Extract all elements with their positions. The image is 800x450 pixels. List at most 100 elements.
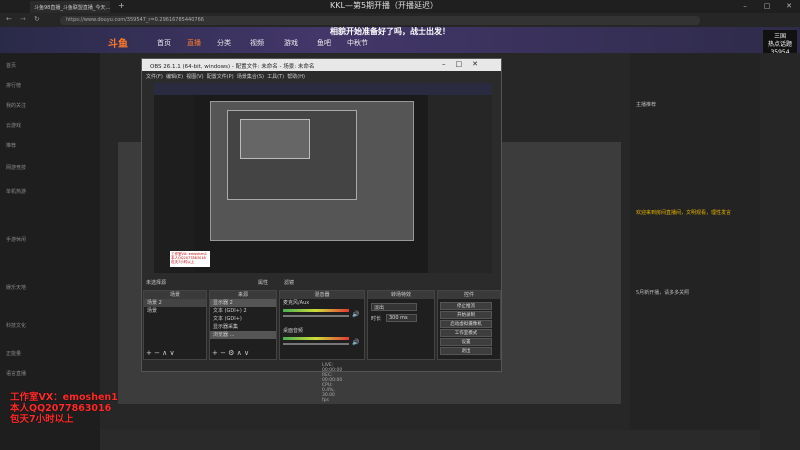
site-logo[interactable]: 斗鱼	[108, 35, 128, 50]
source-item[interactable]: 浏览器 …	[210, 331, 276, 339]
nested-preview	[210, 101, 414, 241]
sidebar-item-voice[interactable]: 语言直播	[6, 370, 26, 377]
sidebar-item-single[interactable]: 单机热游	[6, 188, 26, 195]
sidebar-item-rank[interactable]: 排行榜	[6, 82, 21, 89]
banner-text: 相貌开始准备好了吗，战士出发！	[330, 27, 450, 36]
scene-item[interactable]: 场景 2	[144, 299, 206, 307]
sidebar-item-mobile[interactable]: 手游休闲	[6, 236, 26, 243]
transition-select[interactable]: 淡出	[371, 303, 417, 311]
duration-label: 时长	[371, 316, 382, 322]
nested-preview-2	[227, 110, 357, 200]
stop-streaming-button[interactable]: 停止推流	[440, 302, 492, 310]
properties-button[interactable]: 属性	[258, 279, 268, 286]
menu-view[interactable]: 视图(V)	[186, 74, 203, 80]
site-sidebar	[0, 53, 100, 450]
minimize-button[interactable]: –	[734, 0, 756, 13]
menu-file[interactable]: 文件(F)	[146, 74, 163, 80]
browser-tab[interactable]: 斗鱼98直播_斗鱼联盟直播_今天…	[30, 1, 110, 13]
menu-edit[interactable]: 编辑(E)	[166, 74, 183, 80]
sidebar-item-moba[interactable]: 网游竞技	[6, 164, 26, 171]
filters-button[interactable]: 滤镜	[284, 279, 294, 286]
mixer-dock: 混音器 麦克风/Aux 桌面音频 🔊 🔊	[279, 290, 365, 360]
refresh-icon[interactable]: ↻	[34, 15, 40, 23]
scenes-dock: 场景 场景 2 场景 + − ∧ ∨	[143, 290, 207, 360]
nav-live[interactable]: 直播	[187, 38, 201, 48]
chat-message: 5月新开播，请多多关照	[636, 290, 690, 296]
no-source-label: 未选择源	[146, 280, 167, 286]
source-item[interactable]: 显示器采集	[210, 323, 276, 331]
preview-site-header	[154, 83, 492, 95]
watermark: 工作室VX：emoshen1 本人QQ2077863016 包天7小时以上	[10, 392, 118, 425]
url-input[interactable]: https://www.douyu.com/359547_r=0.2961678…	[60, 16, 700, 25]
watermark-line: 包天7小时以上	[10, 414, 74, 425]
source-item[interactable]: 显示器 2	[210, 299, 276, 307]
right-strip	[760, 53, 800, 450]
chat-heading: 主播推荐	[636, 102, 657, 108]
scene-add-remove-icons[interactable]: + − ∧ ∨	[146, 349, 175, 357]
scenes-header: 场景	[144, 291, 206, 299]
preview-chat	[428, 95, 492, 273]
mixer-channel-label: 麦克风/Aux	[283, 300, 310, 306]
obs-status-bar: LIVE: 00:00:00 REC: 00:00:00 CPU: 0.4%, …	[322, 363, 343, 403]
source-item[interactable]: 文本 (GDI+)	[210, 315, 276, 323]
preview-watermark: 工作室VX: emoshen1 本人QQ2077863016 包天7小时以上	[170, 251, 210, 267]
nav-category[interactable]: 分类	[217, 38, 231, 48]
overlay-title: KKL—第5期开播（开播延迟）	[330, 1, 439, 10]
nav-midautumn[interactable]: 中秋节	[347, 38, 368, 48]
menu-profile[interactable]: 配置文件(P)	[207, 74, 234, 80]
exit-button[interactable]: 退出	[440, 347, 492, 355]
studio-mode-button[interactable]: 工作室模式	[440, 329, 492, 337]
obs-source-bar: 未选择源 属性 滤镜	[142, 277, 501, 287]
menu-help[interactable]: 帮助(H)	[287, 74, 305, 80]
obs-window-controls[interactable]: –□✕	[442, 60, 488, 68]
volume-meter	[283, 337, 349, 340]
forward-icon[interactable]: →	[20, 15, 26, 23]
mixer-channel-label: 桌面音频	[283, 328, 304, 334]
menu-tools[interactable]: 工具(T)	[267, 74, 284, 80]
obs-preview[interactable]: 工作室VX: emoshen1 本人QQ2077863016 包天7小时以上	[154, 83, 492, 273]
maximize-button[interactable]: □	[756, 0, 778, 13]
nav-yuba[interactable]: 鱼吧	[317, 38, 331, 48]
sidebar-item-cloud[interactable]: 云游戏	[6, 122, 21, 129]
nav-game[interactable]: 游戏	[284, 38, 298, 48]
sources-dock: 来源 显示器 2 文本 (GDI+) 2 文本 (GDI+) 显示器采集 浏览器…	[209, 290, 277, 360]
virtual-camera-button[interactable]: 启动虚拟摄像机	[440, 320, 492, 328]
sidebar-item-home[interactable]: 首页	[6, 62, 16, 69]
scene-item[interactable]: 场景	[144, 307, 206, 315]
volume-meter	[283, 309, 349, 312]
obs-menu-bar: 文件(F) 编辑(E) 视图(V) 配置文件(P) 场景集合(S) 工具(T) …	[142, 71, 501, 80]
chat-message: 欢迎来到房间直播间，文明观看，理性发言	[636, 210, 732, 216]
speaker-icon[interactable]: 🔊	[352, 311, 359, 318]
menu-scene-collection[interactable]: 场景集合(S)	[237, 74, 264, 80]
volume-slider[interactable]	[283, 315, 349, 317]
source-add-remove-icons[interactable]: + − ⚙ ∧ ∨	[212, 349, 249, 357]
sidebar-item-ent[interactable]: 娱乐天地	[6, 284, 26, 291]
transitions-dock: 转场特效 淡出 时长 300 ms	[367, 290, 435, 360]
sidebar-item-tech[interactable]: 科技文化	[6, 322, 26, 329]
duration-input[interactable]: 300 ms	[386, 314, 417, 322]
sidebar-item-follow[interactable]: 我的关注	[6, 102, 26, 109]
controls-dock: 控件 停止推流 开始录制 启动虚拟摄像机 工作室模式 设置 退出	[437, 290, 501, 360]
sources-header: 来源	[210, 291, 276, 299]
nav-home[interactable]: 首页	[157, 38, 171, 48]
nav-video[interactable]: 视频	[250, 38, 264, 48]
transitions-header: 转场特效	[368, 291, 434, 299]
sidebar-item-recommend[interactable]: 推荐	[6, 142, 16, 149]
watermark-line: 工作室VX：emoshen1	[10, 392, 118, 403]
watermark-line: 本人QQ2077863016	[10, 403, 112, 414]
back-icon[interactable]: ←	[6, 15, 12, 23]
settings-button[interactable]: 设置	[440, 338, 492, 346]
start-recording-button[interactable]: 开始录制	[440, 311, 492, 319]
nested-preview-3	[240, 119, 310, 159]
close-button[interactable]: ✕	[778, 0, 800, 13]
volume-slider[interactable]	[283, 343, 349, 345]
sidebar-item-positive[interactable]: 正能量	[6, 350, 21, 357]
gift-bar	[100, 430, 760, 450]
chat-panel	[630, 53, 760, 450]
new-tab-icon[interactable]: +	[118, 1, 125, 10]
controls-header: 控件	[438, 291, 500, 299]
speaker-icon[interactable]: 🔊	[352, 339, 359, 346]
source-item[interactable]: 文本 (GDI+) 2	[210, 307, 276, 315]
preview-sidebar	[154, 95, 194, 273]
obs-window: OBS 26.1.1 (64-bit, windows) - 配置文件: 未命名…	[141, 58, 502, 403]
